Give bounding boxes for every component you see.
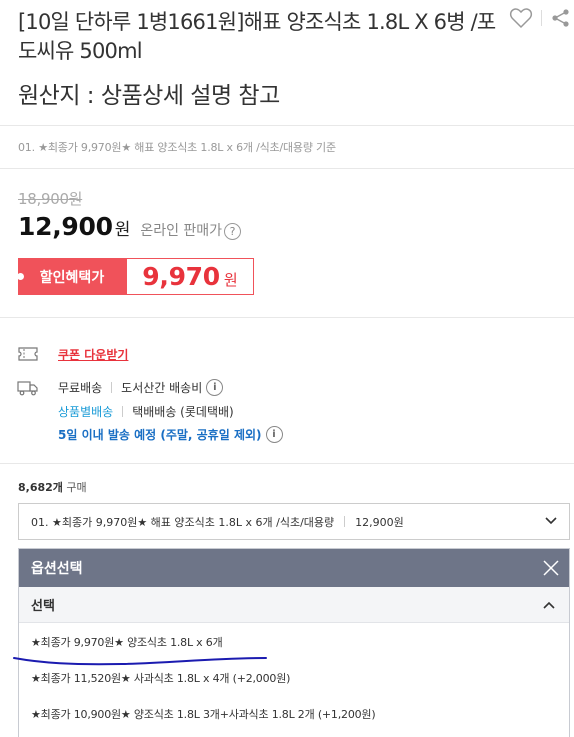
courier-label: 택배배송 (롯데택배) [132,405,234,419]
info-icon[interactable]: i [206,379,224,396]
origin-info: 원산지 : 상품상세 설명 참고 [18,83,280,109]
chevron-down-icon [545,517,557,525]
divider [0,317,574,318]
divider [0,463,574,464]
option-summary: 01. ★최종가 9,970원★ 해표 양조식초 1.8L x 6개 /식초/대… [18,141,336,154]
online-price-row: 12,900 원 온라인 판매가 ? [18,212,242,241]
divider [0,168,574,169]
online-price-label: 온라인 판매가 [140,223,223,239]
heart-icon[interactable] [509,7,533,29]
separator [344,516,346,527]
shipping-schedule-row: 5일 이내 발송 예정 (주말, 공휴일 제외) i [58,426,283,443]
selected-option-price: 12,900원 [355,515,404,529]
online-price: 12,900 [18,212,113,241]
icon-divider [541,10,542,26]
option-item[interactable]: ★최종가 9,970원★ 양조식초 1.8L x 6개 [31,634,223,650]
option-item[interactable]: ★최종가 11,520원★ 사과식초 1.8L x 4개 (+2,000원) [31,670,290,686]
question-icon[interactable]: ? [224,223,242,240]
purchase-count: 8,682개 구매 [18,479,87,495]
chevron-up-icon [543,601,555,609]
purchase-count-label: 구매 [66,481,87,494]
product-title: [10일 단하루 1병1661원]해표 양조식초 1.8L X 6병 /포도씨유… [18,10,496,63]
shipping-fee-row: 무료배송 도서산간 배송비 i [58,379,224,396]
island-fee-label: 도서산간 배송비 [121,381,203,395]
shipping-schedule: 5일 이내 발송 예정 (주말, 공휴일 제외) [58,428,262,442]
online-price-unit: 원 [114,220,131,240]
coupon-download-link[interactable]: 쿠폰 다운받기 [58,346,128,363]
truck-icon [17,381,38,396]
divider [0,125,574,126]
option-panel-header: 옵션선택 [19,549,569,587]
discount-price-box: 9,970 원 [126,258,254,295]
info-icon[interactable]: i [265,426,283,443]
option-group-title: 선택 [31,599,55,614]
free-shipping-label: 무료배송 [58,381,103,395]
option-item[interactable]: ★최종가 10,900원★ 양조식초 1.8L 3개+사과식초 1.8L 2개 … [31,706,376,722]
discount-price: 9,970 [142,262,220,291]
option-panel: 옵션선택 선택 ★최종가 9,970원★ 양조식초 1.8L x 6개 ★최종가… [18,548,570,737]
option-select-dropdown[interactable]: 01. ★최종가 9,970원★ 해표 양조식초 1.8L x 6개 /식초/대… [18,503,570,540]
close-icon[interactable] [543,560,559,576]
option-panel-title: 옵션선택 [31,561,83,577]
option-group-header[interactable]: 선택 [19,587,569,623]
coupon-icon [18,347,38,361]
separator [111,382,113,393]
discount-price-unit: 원 [223,271,238,289]
purchase-count-value: 8,682개 [18,481,63,494]
selected-option-text: 01. ★최종가 9,970원★ 해표 양조식초 1.8L x 6개 /식초/대… [31,515,335,529]
share-icon[interactable] [551,8,571,28]
per-item-shipping-link[interactable]: 상품별배송 [58,403,113,420]
discount-badge: 할인혜택가 [17,258,126,295]
shipping-method-row: 상품별배송 택배배송 (롯데택배) [58,403,234,420]
original-price: 18,900원 [18,190,83,208]
separator [122,406,124,417]
